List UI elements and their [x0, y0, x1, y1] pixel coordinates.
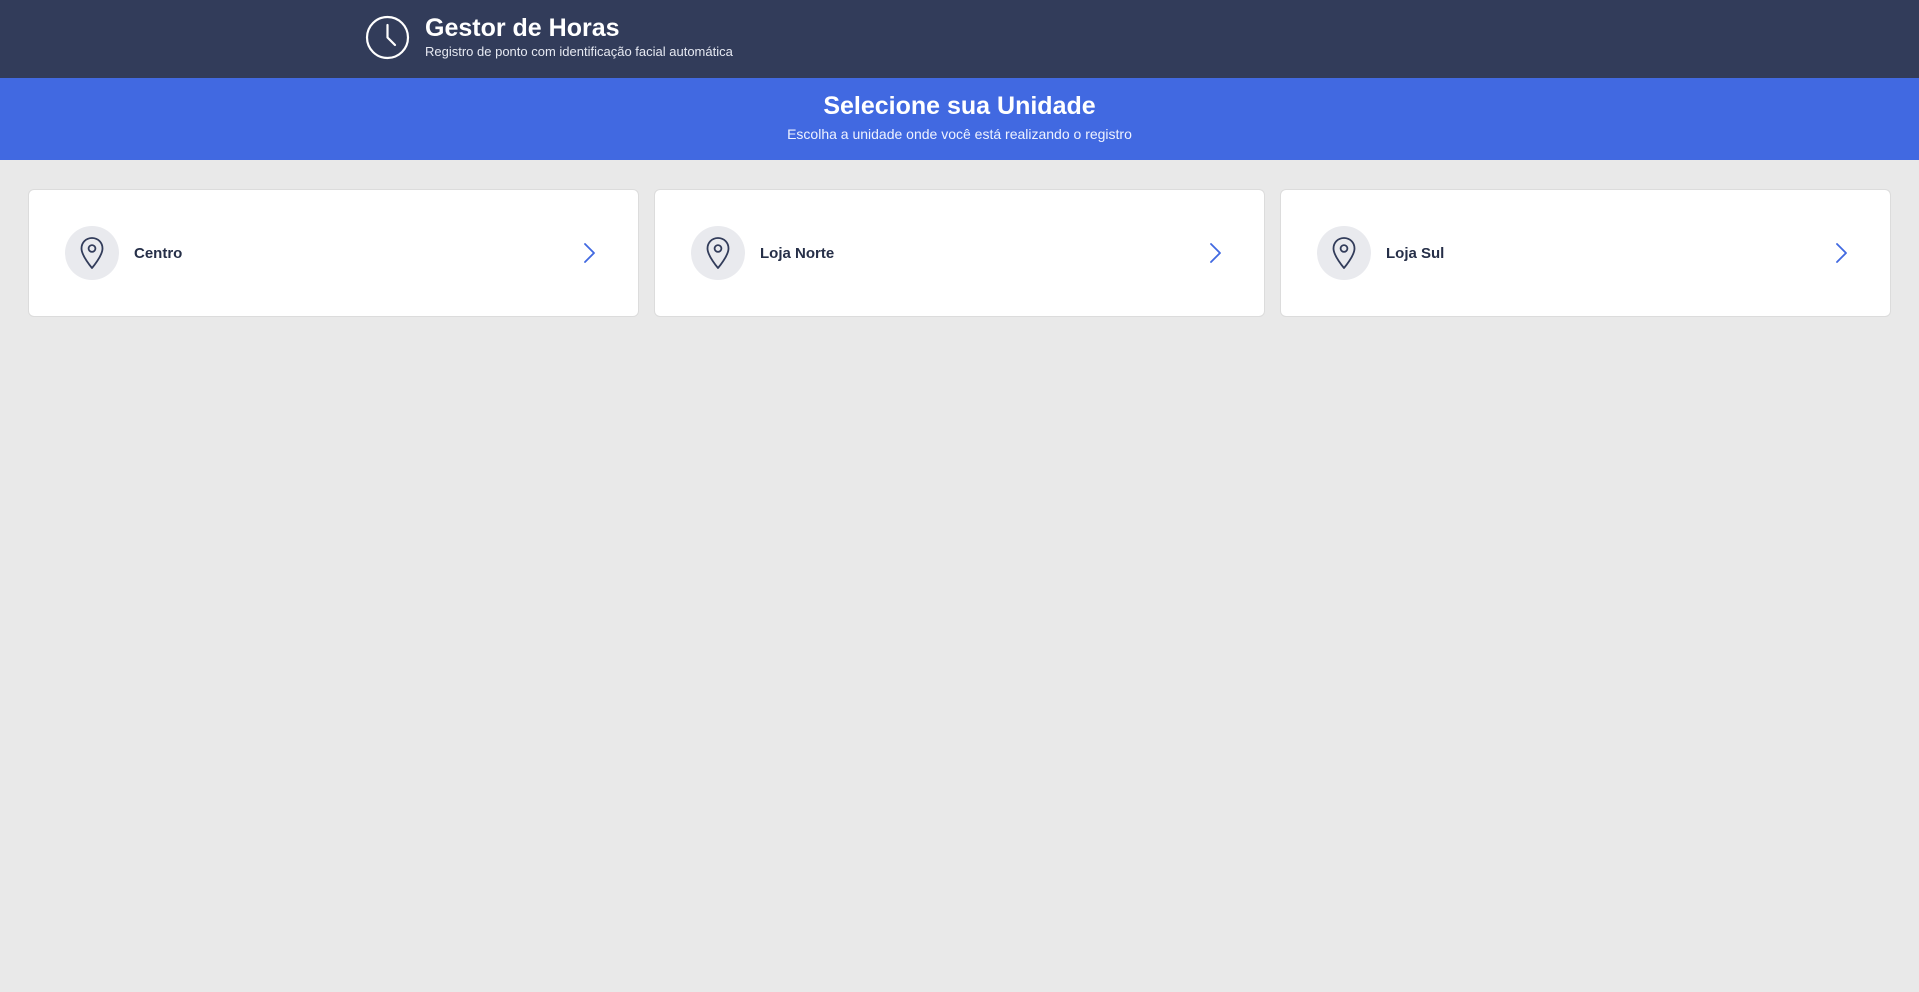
- chevron-right-icon: [580, 242, 598, 264]
- page-banner: Selecione sua Unidade Escolha a unidade …: [0, 78, 1919, 160]
- page-subtitle: Escolha a unidade onde você está realiza…: [787, 126, 1132, 142]
- map-pin-icon: [65, 226, 119, 280]
- unit-card-centro[interactable]: Centro: [28, 189, 639, 317]
- map-pin-icon: [691, 226, 745, 280]
- unit-card-loja-sul[interactable]: Loja Sul: [1280, 189, 1891, 317]
- app-title: Gestor de Horas: [425, 14, 620, 42]
- unit-list: Centro Loja Norte Loja Sul: [28, 189, 1891, 317]
- unit-name: Centro: [134, 244, 183, 262]
- chevron-right-icon: [1832, 242, 1850, 264]
- page-title: Selecione sua Unidade: [823, 92, 1096, 120]
- map-pin-icon: [1317, 226, 1371, 280]
- app-subtitle: Registro de ponto com identificação faci…: [425, 44, 733, 59]
- brand: Gestor de Horas Registro de ponto com id…: [365, 14, 733, 61]
- unit-card-loja-norte[interactable]: Loja Norte: [654, 189, 1265, 317]
- unit-name: Loja Norte: [760, 244, 835, 262]
- brand-text: Gestor de Horas Registro de ponto com id…: [425, 14, 733, 61]
- chevron-right-icon: [1206, 242, 1224, 264]
- clock-icon: [365, 15, 410, 60]
- unit-name: Loja Sul: [1386, 244, 1445, 262]
- top-bar: Gestor de Horas Registro de ponto com id…: [0, 0, 1919, 78]
